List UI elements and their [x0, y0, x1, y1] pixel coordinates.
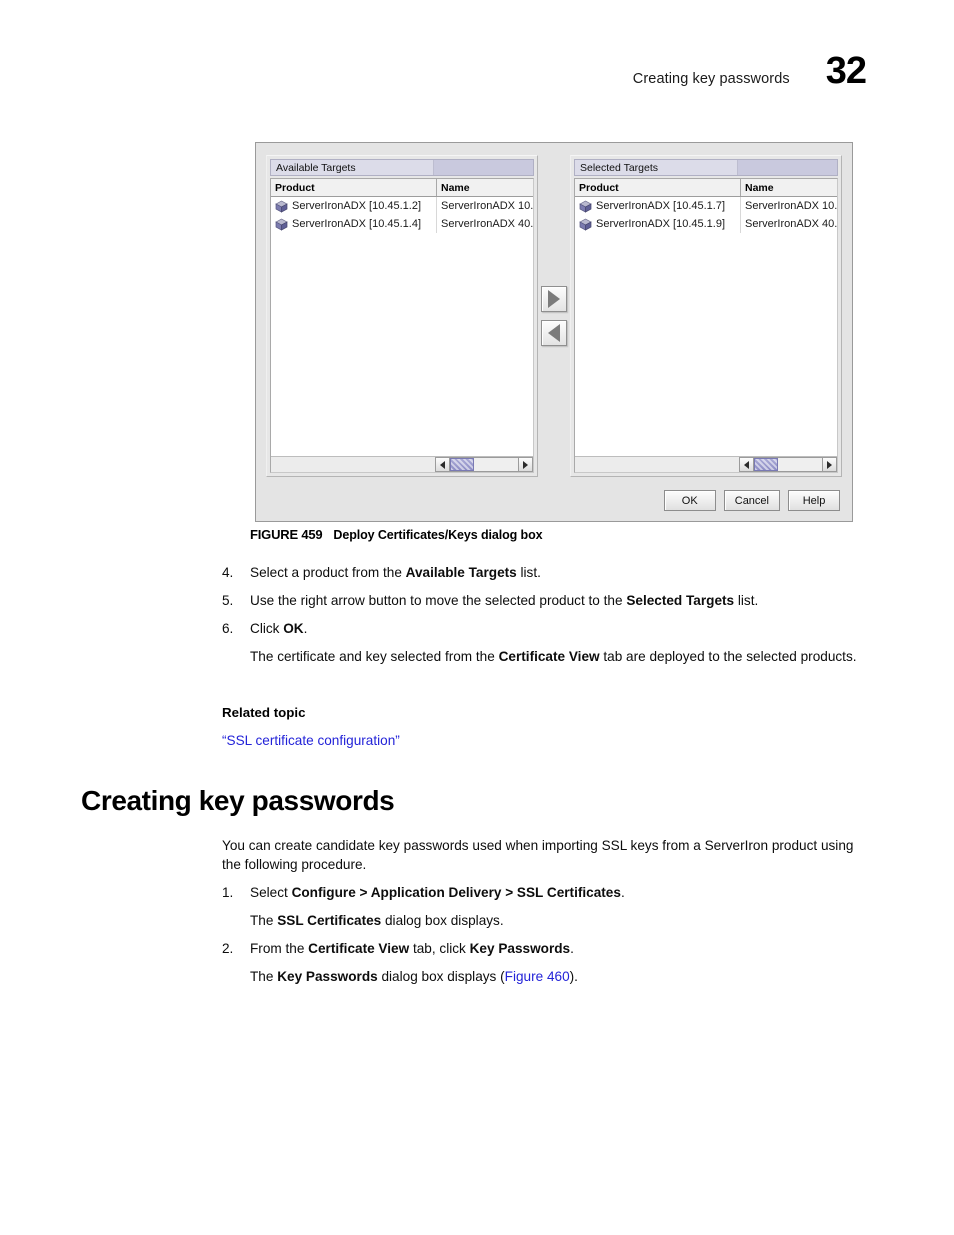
page-running-header: Creating key passwords 32	[632, 50, 867, 92]
deploy-certificates-dialog: Available Targets Product Name ServerIro…	[255, 142, 853, 522]
dialog-body: Available Targets Product Name ServerIro…	[266, 155, 842, 477]
step-number: 6.	[222, 621, 234, 636]
cancel-button[interactable]: Cancel	[723, 490, 780, 511]
selected-targets-list[interactable]: Product Name ServerIronADX [10.45.1.7] S…	[574, 178, 838, 473]
list-item: 1. Select Configure > Application Delive…	[222, 883, 870, 902]
scrollbar-spacer	[575, 457, 739, 472]
column-header-product[interactable]: Product	[575, 179, 741, 196]
available-column-headers: Product Name	[271, 179, 533, 197]
dialog-footer: OK Cancel Help	[663, 490, 840, 511]
list-item: 4. Select a product from the Available T…	[222, 563, 870, 582]
selected-targets-titlebar: Selected Targets	[574, 159, 838, 176]
step-number: 1.	[222, 885, 234, 900]
selected-column-headers: Product Name	[575, 179, 837, 197]
available-rows: ServerIronADX [10.45.1.2] ServerIronADX …	[271, 197, 533, 472]
cell-name: ServerIronADX 10...	[745, 200, 837, 212]
move-left-button[interactable]	[541, 320, 567, 346]
cell-name: ServerIronADX 40...	[745, 218, 837, 230]
transfer-buttons	[538, 155, 570, 477]
related-topic-link[interactable]: “SSL certificate configuration”	[222, 733, 400, 748]
cell-name: ServerIronADX 40...	[441, 218, 533, 230]
column-header-product[interactable]: Product	[271, 179, 437, 196]
titlebar-filler	[433, 160, 533, 175]
scrollbar-thumb[interactable]	[450, 458, 474, 471]
table-row[interactable]: ServerIronADX [10.45.1.7] ServerIronADX …	[575, 197, 837, 215]
cell-name: ServerIronADX 10...	[441, 200, 533, 212]
step-text: Use the right arrow button to move the s…	[250, 593, 759, 608]
table-row[interactable]: ServerIronADX [10.45.1.4] ServerIronADX …	[271, 215, 533, 233]
selected-targets-title: Selected Targets	[575, 160, 738, 175]
selected-targets-panel: Selected Targets Product Name ServerIron…	[570, 155, 842, 477]
triangle-right-icon	[827, 460, 832, 469]
cell-product: ServerIronADX [10.45.1.4]	[271, 215, 437, 233]
list-item: 2. From the Certificate View tab, click …	[222, 939, 870, 958]
step-number: 4.	[222, 565, 234, 580]
triangle-left-icon	[440, 460, 445, 469]
page-number: 32	[825, 50, 867, 92]
column-header-name[interactable]: Name	[437, 179, 533, 196]
section-intro-paragraph: You can create candidate key passwords u…	[222, 838, 854, 872]
device-icon	[579, 218, 592, 231]
triangle-left-icon	[744, 460, 749, 469]
step-text: From the Certificate View tab, click Key…	[250, 941, 574, 956]
scroll-left-button[interactable]	[435, 457, 450, 472]
scrollbar-spacer	[271, 457, 435, 472]
product-label: ServerIronADX [10.45.1.4]	[292, 218, 422, 230]
header-title: Creating key passwords	[632, 71, 790, 87]
step-text: Select Configure > Application Delivery …	[250, 885, 625, 900]
available-targets-titlebar: Available Targets	[270, 159, 534, 176]
figure-label: FIGURE 459	[250, 527, 323, 542]
cell-product: ServerIronADX [10.45.1.9]	[575, 215, 741, 233]
available-horizontal-scrollbar[interactable]	[271, 456, 533, 472]
scrollbar-controls[interactable]	[435, 457, 533, 472]
scrollbar-thumb[interactable]	[754, 458, 778, 471]
scroll-left-button[interactable]	[739, 457, 754, 472]
cell-product: ServerIronADX [10.45.1.2]	[271, 197, 437, 215]
titlebar-filler	[737, 160, 837, 175]
column-header-name[interactable]: Name	[741, 179, 837, 196]
related-topic-heading: Related topic	[222, 705, 306, 720]
scroll-right-button[interactable]	[822, 457, 837, 472]
product-label: ServerIronADX [10.45.1.9]	[596, 218, 726, 230]
figure-caption: FIGURE 459 Deploy Certificates/Keys dial…	[250, 527, 543, 542]
step-result-text: The certificate and key selected from th…	[250, 649, 857, 664]
arrow-right-icon	[548, 290, 560, 308]
device-icon	[275, 200, 288, 213]
available-targets-list[interactable]: Product Name ServerIronADX [10.45.1.2] S…	[270, 178, 534, 473]
step-number: 2.	[222, 941, 234, 956]
move-right-button[interactable]	[541, 286, 567, 312]
step-number: 5.	[222, 593, 234, 608]
available-targets-panel: Available Targets Product Name ServerIro…	[266, 155, 538, 477]
figure-caption-text: Deploy Certificates/Keys dialog box	[333, 528, 543, 542]
product-label: ServerIronADX [10.45.1.7]	[596, 200, 726, 212]
scrollbar-controls[interactable]	[739, 457, 837, 472]
figure-image: Available Targets Product Name ServerIro…	[255, 142, 853, 522]
help-button[interactable]: Help	[788, 490, 840, 511]
device-icon	[579, 200, 592, 213]
arrow-left-icon	[548, 324, 560, 342]
scrollbar-track[interactable]	[450, 457, 518, 472]
device-icon	[275, 218, 288, 231]
selected-rows: ServerIronADX [10.45.1.7] ServerIronADX …	[575, 197, 837, 472]
step-result-text: The SSL Certificates dialog box displays…	[250, 913, 504, 928]
list-item: 5. Use the right arrow button to move th…	[222, 591, 870, 610]
available-targets-title: Available Targets	[271, 160, 434, 175]
selected-horizontal-scrollbar[interactable]	[575, 456, 837, 472]
step-text: Click OK.	[250, 621, 308, 636]
product-label: ServerIronADX [10.45.1.2]	[292, 200, 422, 212]
scroll-right-button[interactable]	[518, 457, 533, 472]
triangle-right-icon	[523, 460, 528, 469]
section-title: Creating key passwords	[81, 785, 395, 816]
table-row[interactable]: ServerIronADX [10.45.1.9] ServerIronADX …	[575, 215, 837, 233]
scrollbar-track[interactable]	[754, 457, 822, 472]
step-text: Select a product from the Available Targ…	[250, 565, 541, 580]
list-item: 6. Click OK.	[222, 619, 870, 638]
ok-button[interactable]: OK	[663, 490, 716, 511]
step-result-text: The Key Passwords dialog box displays (F…	[250, 969, 578, 984]
cell-product: ServerIronADX [10.45.1.7]	[575, 197, 741, 215]
table-row[interactable]: ServerIronADX [10.45.1.2] ServerIronADX …	[271, 197, 533, 215]
